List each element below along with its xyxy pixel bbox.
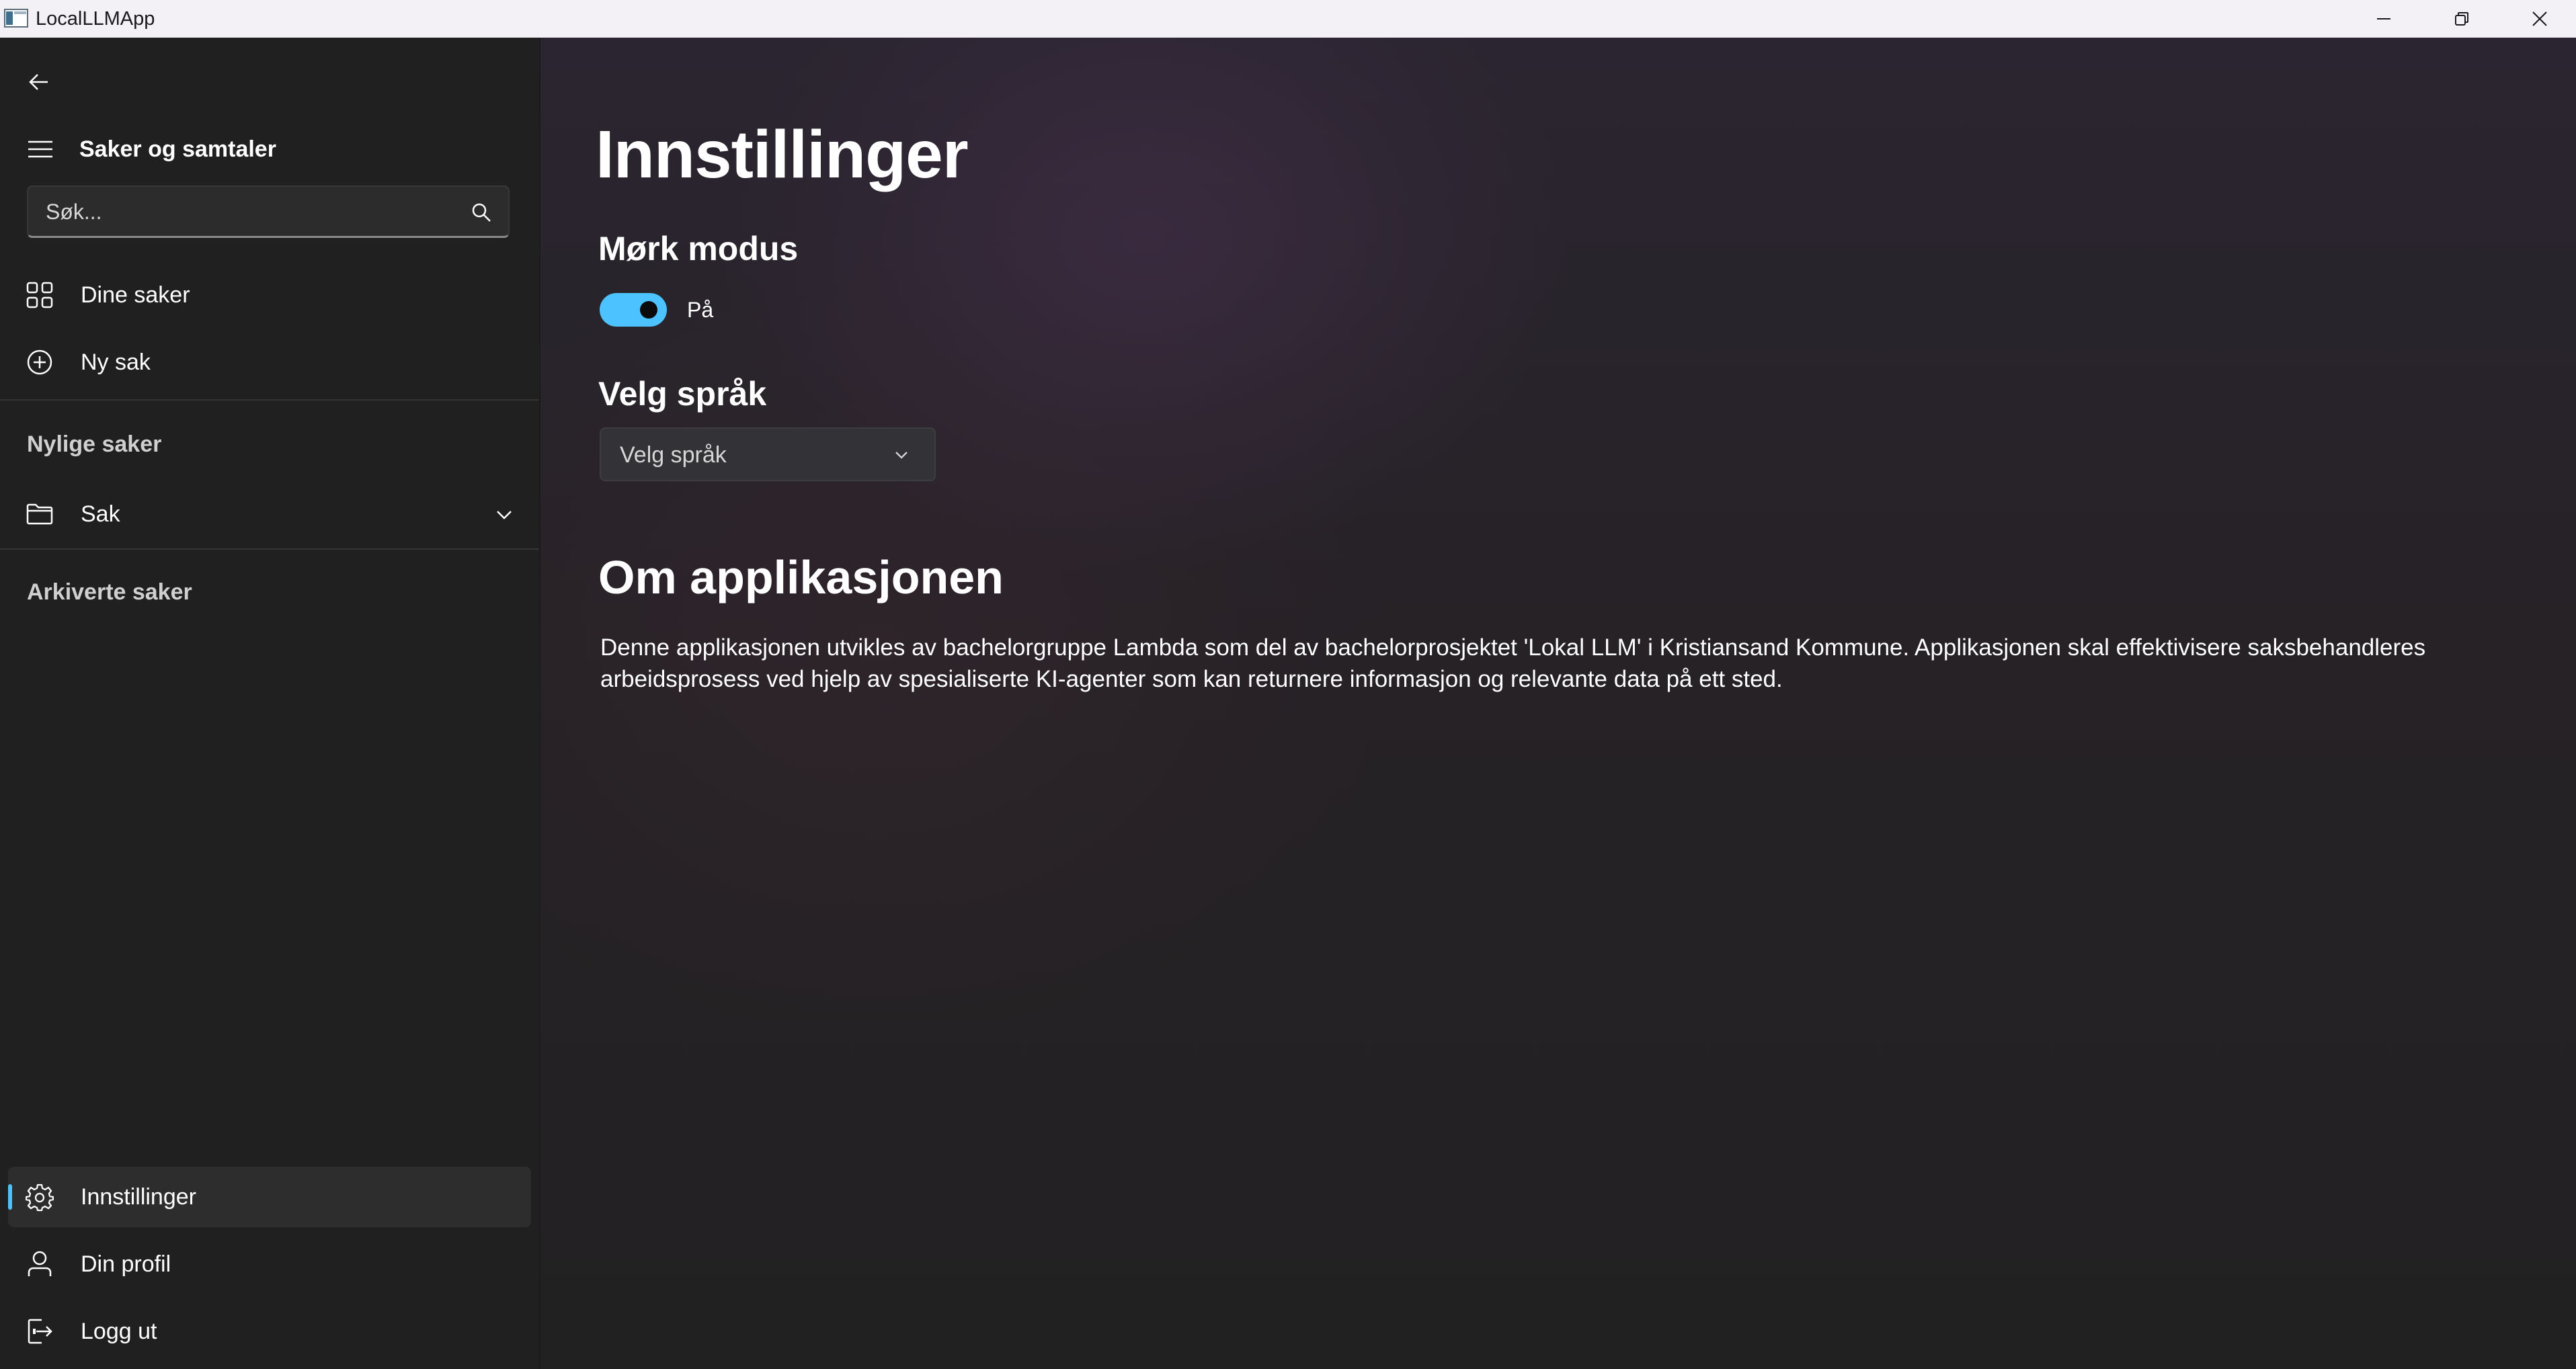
app-icon [4, 9, 28, 28]
window-title: LocalLLMApp [36, 8, 155, 30]
search-icon[interactable] [469, 200, 493, 224]
toggle-knob [640, 301, 657, 319]
nav-item-innstillinger[interactable]: Innstillinger [8, 1167, 531, 1227]
restore-icon [2455, 12, 2468, 26]
person-icon [28, 1251, 52, 1276]
dark-mode-toggle[interactable] [600, 293, 667, 327]
divider [0, 399, 539, 401]
arrow-left-icon [29, 74, 48, 90]
nav-item-label: Ny sak [81, 349, 151, 375]
minimize-icon [2377, 18, 2390, 19]
hamburger-menu-button[interactable] [20, 129, 61, 169]
search-box[interactable] [27, 185, 510, 238]
language-dropdown-value: Velg språk [620, 442, 727, 468]
plus-circle-icon [27, 349, 52, 375]
nav-item-label: Logg ut [81, 1319, 157, 1344]
search-input[interactable] [44, 187, 448, 237]
dark-mode-heading: Mørk modus [598, 230, 799, 267]
nav-item-ny-sak[interactable]: Ny sak [8, 332, 531, 392]
hamburger-icon [28, 140, 52, 158]
language-dropdown[interactable]: Velg språk [600, 427, 936, 481]
divider [0, 548, 539, 550]
nav-item-din-profil[interactable]: Din profil [8, 1234, 531, 1294]
minimize-button[interactable] [2345, 0, 2423, 38]
about-text: Denne applikasjonen utvikles av bachelor… [600, 634, 2426, 692]
nav-item-label: Sak [81, 501, 120, 527]
nav-item-logg-ut[interactable]: Logg ut [8, 1301, 531, 1362]
content-area [540, 38, 2576, 1369]
nav-item-dine-saker[interactable]: Dine saker [8, 265, 531, 325]
chevron-down-icon [895, 452, 908, 459]
recent-cases-header: Nylige saker [27, 431, 162, 457]
page-title: Innstillinger [596, 117, 969, 192]
chevron-down-icon[interactable] [493, 504, 515, 526]
navigation-pane: Saker og samtaler Dine saker Ny sak Nyli… [0, 38, 540, 1369]
folder-icon [26, 503, 53, 525]
close-icon [2532, 11, 2547, 26]
sign-out-icon [28, 1319, 52, 1344]
nav-item-sak[interactable]: Sak [8, 484, 531, 544]
archived-cases-header: Arkiverte saker [27, 579, 192, 605]
back-button[interactable] [17, 65, 61, 99]
pane-title: Saker og samtaler [79, 136, 276, 162]
title-bar: LocalLLMApp [0, 0, 2576, 38]
language-heading: Velg språk [598, 375, 767, 413]
grid-icon [26, 282, 53, 308]
dark-mode-state-label: På [687, 298, 714, 322]
nav-item-label: Dine saker [81, 282, 190, 308]
nav-item-label: Din profil [81, 1251, 171, 1277]
about-heading: Om applikasjonen [598, 551, 1004, 604]
selection-indicator [8, 1184, 12, 1210]
gear-icon [26, 1184, 54, 1211]
close-button[interactable] [2501, 0, 2576, 38]
nav-item-label: Innstillinger [81, 1184, 196, 1210]
restore-button[interactable] [2423, 0, 2501, 38]
